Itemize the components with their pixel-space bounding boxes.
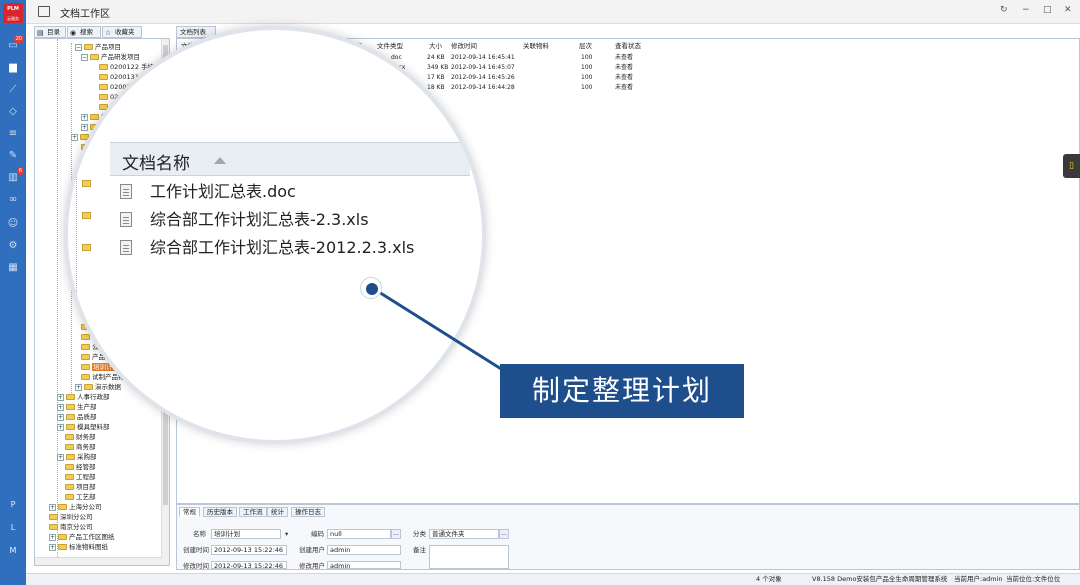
callout-label: 制定整理计划	[500, 364, 744, 418]
pin-dot	[366, 283, 378, 295]
callout-line	[373, 287, 507, 374]
callout-connector	[373, 287, 507, 374]
callout-pin	[360, 277, 382, 299]
